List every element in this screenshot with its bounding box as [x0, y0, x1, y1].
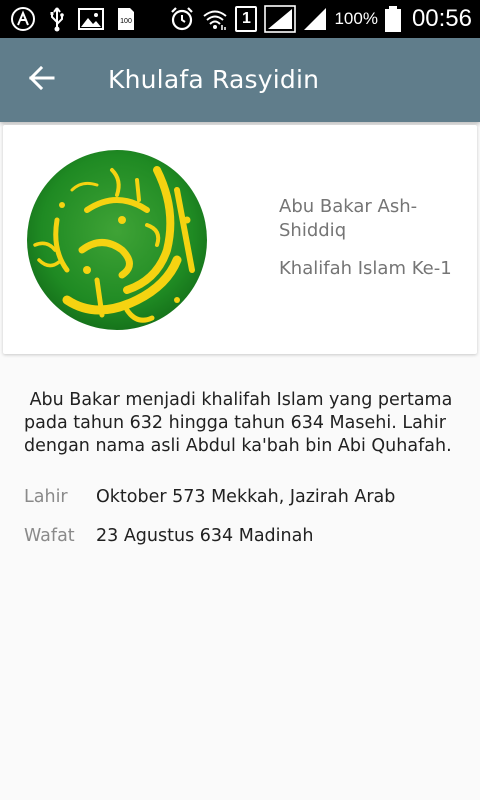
battery-percent: 100% — [334, 9, 378, 28]
caliph-name: Abu Bakar Ash-Shiddiq — [279, 196, 418, 241]
wifi-icon — [202, 6, 228, 32]
back-button[interactable] — [22, 60, 62, 100]
born-row: Lahir Oktober 573 Mekkah, Jazirah Arab — [24, 487, 395, 511]
died-row: Wafat 23 Agustus 634 Madinah — [24, 526, 313, 550]
assistant-icon — [10, 6, 36, 32]
born-value: Oktober 573 Mekkah, Jazirah Arab — [96, 487, 396, 507]
died-label: Wafat — [24, 526, 75, 546]
clock: 00:56 — [411, 5, 472, 32]
page-title: Khulafa Rasyidin — [108, 65, 320, 94]
battery-icon — [384, 6, 401, 32]
sim-icon: 1 — [235, 6, 258, 32]
image-icon — [78, 8, 104, 30]
status-left-icons: 100 — [10, 4, 136, 34]
died-value: 23 Agustus 634 Madinah — [96, 526, 314, 546]
born-label: Lahir — [24, 487, 68, 507]
app-toolbar: Khulafa Rasyidin — [0, 38, 480, 122]
caliph-description: Abu Bakar menjadi khalifah Islam yang pe… — [24, 390, 458, 456]
svg-text:100: 100 — [120, 18, 132, 25]
calligraphy-portrait — [27, 150, 207, 330]
sd-card-icon: 100 — [116, 6, 136, 32]
signal-icon — [264, 5, 297, 33]
status-right-icons: 1 100% 00:56 — [169, 4, 472, 34]
signal-icon-secondary — [303, 6, 327, 32]
caliph-subtitle: Khalifah Islam Ke-1 — [279, 258, 452, 279]
profile-card: Abu Bakar Ash-Shiddiq Khalifah Islam Ke-… — [3, 125, 477, 354]
usb-icon — [48, 6, 66, 32]
alarm-icon — [169, 6, 195, 32]
status-bar: 100 1 100% 00:56 — [0, 0, 480, 38]
arrow-left-icon — [28, 65, 55, 94]
